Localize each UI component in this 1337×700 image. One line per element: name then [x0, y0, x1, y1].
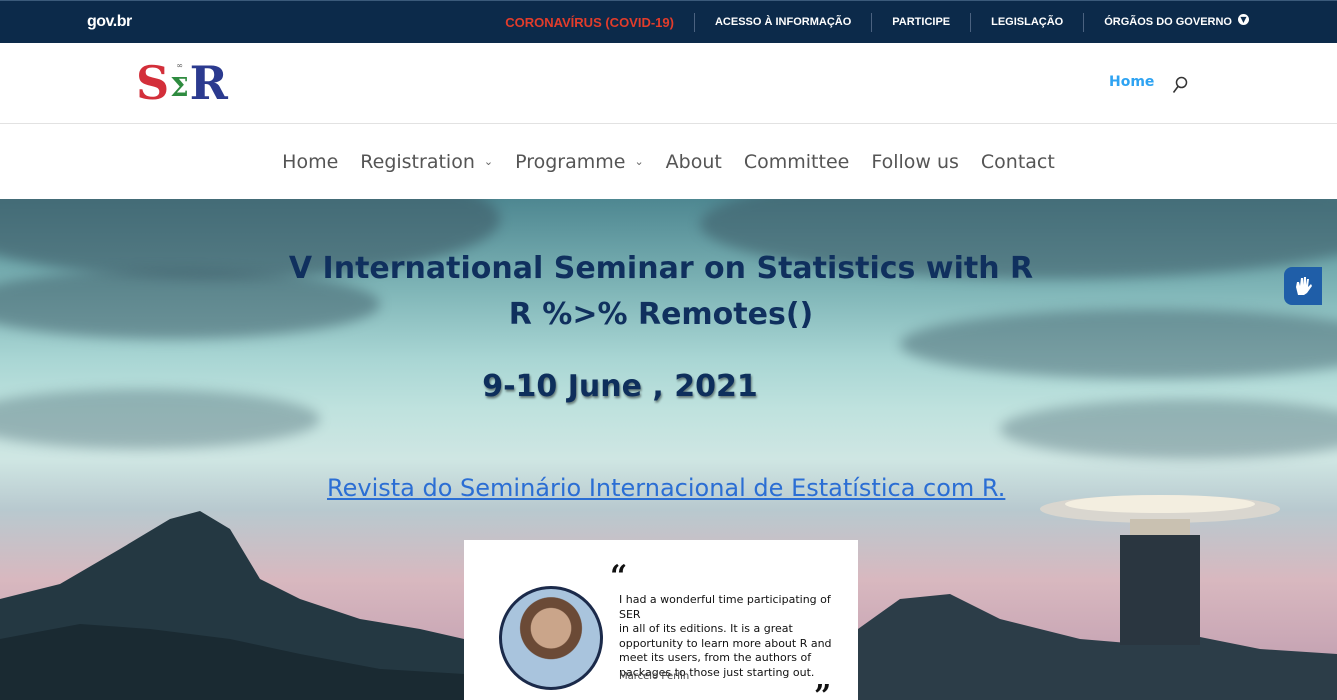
nav-home[interactable]: Home — [282, 151, 338, 173]
gov-link-participe[interactable]: PARTICIPE — [872, 13, 972, 32]
nav-follow-us-label: Follow us — [871, 150, 959, 173]
avatar — [499, 586, 603, 690]
nav-registration[interactable]: Registration ⌄ — [360, 151, 493, 173]
testimonial-author: Marcelo Perlin — [619, 671, 690, 682]
nav-contact-label: Contact — [980, 150, 1055, 173]
site-header: S Σ ∞ R Home — [0, 43, 1337, 124]
nav-registration-label: Registration — [360, 150, 475, 173]
nav-programme-label: Programme — [515, 150, 626, 173]
accessibility-button[interactable] — [1284, 267, 1322, 305]
testimonial-card: “ I had a wonderful time participating o… — [464, 540, 858, 700]
gov-bar: gov.br CORONAVÍRUS (COVID-19) ACESSO À I… — [0, 0, 1337, 43]
testimonial-text: I had a wonderful time participating of … — [619, 593, 844, 680]
ser-logo[interactable]: S Σ ∞ R — [136, 56, 228, 110]
logo-letter-s: S — [136, 56, 170, 110]
nav-home-label: Home — [282, 150, 339, 173]
header-home-link[interactable]: Home — [1109, 74, 1154, 90]
testimonial-line: I had a wonderful time participating of … — [619, 593, 831, 621]
logo-sigma-glyph: Σ — [170, 73, 189, 103]
nav-about-label: About — [665, 150, 722, 173]
gov-link-covid[interactable]: CORONAVÍRUS (COVID-19) — [485, 13, 695, 32]
sign-language-hand-icon — [1296, 277, 1312, 295]
nav-programme[interactable]: Programme ⌄ — [515, 151, 644, 173]
logo-sigma: Σ ∞ — [170, 61, 189, 103]
nav-contact[interactable]: Contact — [981, 151, 1055, 173]
revista-link[interactable]: Revista do Seminário Internacional de Es… — [327, 474, 1005, 502]
main-nav: Home Registration ⌄ Programme ⌄ About Comm… — [0, 124, 1337, 199]
hero-title-line2: R %>% Remotes() — [508, 297, 814, 332]
chevron-down-icon[interactable]: ▼ — [1238, 14, 1249, 25]
gov-link-legislacao[interactable]: LEGISLAÇÃO — [971, 13, 1085, 32]
nav-follow-us[interactable]: Follow us — [871, 151, 959, 173]
govbr-logo[interactable]: gov.br — [87, 13, 132, 31]
logo-infinity: ∞ — [176, 61, 183, 70]
testimonial-line: meet its users, from the authors of — [619, 651, 812, 664]
gov-links: CORONAVÍRUS (COVID-19) ACESSO À INFORMAÇ… — [485, 1, 1249, 44]
nav-committee-label: Committee — [743, 150, 850, 173]
gov-link-acesso-informacao[interactable]: ACESSO À INFORMAÇÃO — [695, 13, 873, 32]
search-icon[interactable] — [1172, 76, 1188, 94]
quote-open-icon: “ — [610, 559, 628, 594]
nav-committee[interactable]: Committee — [744, 151, 849, 173]
chevron-down-icon: ⌄ — [634, 155, 644, 168]
hero-date: 9-10 June , 2021 — [482, 369, 758, 404]
hero-title-line1: V International Seminar on Statistics wi… — [288, 251, 1034, 286]
gov-link-orgaos-governo[interactable]: ÓRGÃOS DO GOVERNO — [1084, 13, 1238, 32]
testimonial-line: in all of its editions. It is a great — [619, 622, 793, 635]
logo-letter-r: R — [189, 56, 228, 110]
testimonial-line: opportunity to learn more about R and — [619, 636, 832, 650]
hero-banner: V International Seminar on Statistics wi… — [0, 199, 1337, 700]
chevron-down-icon: ⌄ — [483, 155, 494, 168]
quote-close-icon: ” — [814, 679, 832, 700]
nav-about[interactable]: About — [666, 151, 722, 173]
